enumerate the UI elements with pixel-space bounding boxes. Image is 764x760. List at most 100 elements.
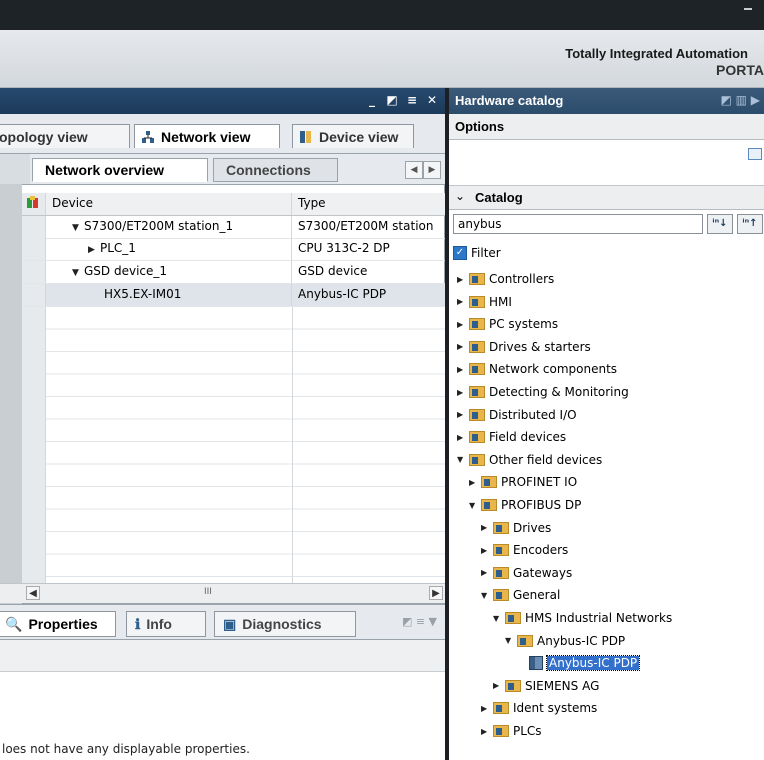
- folder-icon: [481, 499, 497, 511]
- checkbox-checked-icon[interactable]: ✓: [453, 246, 467, 260]
- folder-icon: [493, 702, 509, 715]
- collapse-arrow-icon[interactable]: ▼: [457, 455, 469, 464]
- search-up-icon[interactable]: ⁱⁿ↑: [737, 214, 763, 234]
- column-header-device[interactable]: Device: [46, 193, 292, 215]
- collapse-arrow-icon[interactable]: ▼: [72, 223, 84, 233]
- scroll-thumb-grip[interactable]: III: [204, 587, 212, 597]
- table-row[interactable]: ▼ GSD device_1 GSD device: [22, 261, 445, 284]
- expand-arrow-icon[interactable]: ▶: [481, 546, 493, 555]
- view-toggle-icon[interactable]: [748, 148, 762, 160]
- float-window-icon[interactable]: ◩: [385, 93, 399, 107]
- catalog-tree-item[interactable]: ▼ Other field devices: [457, 451, 602, 469]
- search-down-icon[interactable]: ⁱⁿ↓: [707, 214, 733, 234]
- tab-topology-view[interactable]: opology view: [0, 124, 130, 148]
- tab-label: Diagnostics: [242, 616, 322, 632]
- catalog-tree-item[interactable]: ▶ HMI: [457, 293, 512, 311]
- collapse-arrow-icon[interactable]: ▼: [493, 614, 505, 623]
- tree-item-label: Field devices: [489, 430, 567, 445]
- tab-device-view[interactable]: Device view: [292, 124, 414, 148]
- collapse-arrow-icon[interactable]: ▼: [469, 501, 481, 510]
- catalog-tree-item[interactable]: ▶ Controllers: [457, 270, 554, 288]
- scroll-left-icon[interactable]: ◀: [26, 586, 40, 600]
- scroll-right-icon[interactable]: ▶: [429, 586, 443, 600]
- folder-icon: [481, 476, 497, 489]
- horizontal-scrollbar[interactable]: ◀ III ▶: [0, 583, 445, 603]
- collapse-arrow-icon[interactable]: ▼: [505, 636, 517, 645]
- folder-icon: [493, 566, 509, 579]
- tab-label: Connections: [226, 162, 311, 178]
- minimize-icon[interactable]: [744, 8, 752, 10]
- options-label: Options: [455, 119, 505, 134]
- app-header: Totally Integrated Automation PORTA: [0, 30, 764, 88]
- column-header-type[interactable]: Type: [292, 193, 445, 215]
- tree-item-label: PC systems: [489, 317, 559, 332]
- filter-checkbox[interactable]: ✓ Filter: [453, 246, 501, 260]
- catalog-tree-item[interactable]: ▶ SIEMENS AG: [493, 677, 599, 695]
- expand-arrow-icon[interactable]: ▶: [469, 478, 481, 487]
- expand-arrow-icon[interactable]: ▶: [457, 433, 469, 442]
- catalog-tree-item[interactable]: ▶ Drives & starters: [457, 338, 591, 356]
- close-icon[interactable]: ✕: [425, 93, 439, 107]
- catalog-tree-item[interactable]: ▶ PLCs: [481, 722, 542, 740]
- panel-controls-icon[interactable]: ◩ ≡ ▼: [402, 615, 437, 628]
- expand-arrow-icon[interactable]: ▶: [481, 727, 493, 736]
- catalog-tree-item[interactable]: ▶ PC systems: [457, 315, 558, 333]
- collapse-arrow-icon[interactable]: ▼: [72, 268, 84, 278]
- tab-network-view[interactable]: Network view: [134, 124, 280, 148]
- tab-info[interactable]: ℹ Info: [126, 611, 206, 637]
- expand-arrow-icon[interactable]: ▶: [481, 523, 493, 532]
- table-row-selected[interactable]: HX5.EX-IM01 Anybus-IC PDP: [22, 284, 445, 307]
- collapse-arrow-icon[interactable]: ▼: [481, 591, 493, 600]
- tab-scroll-right-icon[interactable]: ▶: [423, 161, 441, 179]
- catalog-tree-item[interactable]: ▼ HMS Industrial Networks: [493, 609, 672, 627]
- maximize-icon[interactable]: ≡: [405, 93, 419, 107]
- minimize-icon[interactable]: _: [365, 93, 379, 107]
- tab-properties[interactable]: 🔍 Properties: [0, 611, 116, 637]
- expand-arrow-icon[interactable]: ▶: [481, 704, 493, 713]
- catalog-tree-item[interactable]: ▼ General: [481, 586, 560, 604]
- tab-label: opology view: [0, 128, 88, 145]
- expand-arrow-icon[interactable]: ▶: [457, 410, 469, 419]
- expand-arrow-icon[interactable]: ▶: [457, 365, 469, 374]
- catalog-search-input[interactable]: anybus: [453, 214, 703, 234]
- catalog-tree-item[interactable]: ▶ Distributed I/O: [457, 406, 577, 424]
- catalog-tree-item[interactable]: ▶ Ident systems: [481, 699, 597, 717]
- expand-arrow-icon[interactable]: ▶: [457, 275, 469, 284]
- catalog-bar[interactable]: ⌄ Catalog: [449, 186, 764, 210]
- expand-arrow-icon[interactable]: ▶: [457, 297, 469, 306]
- catalog-tree-item[interactable]: ▶ Drives: [481, 519, 551, 537]
- expand-arrow-icon[interactable]: ▶: [457, 320, 469, 329]
- empty-rows: [22, 307, 445, 583]
- catalog-tree-item[interactable]: ▶ Detecting & Monitoring: [457, 383, 629, 401]
- table-row[interactable]: ▼ S7300/ET200M station_1 S7300/ET200M sta…: [22, 216, 445, 239]
- expand-arrow-icon[interactable]: ▶: [481, 568, 493, 577]
- catalog-tree-item[interactable]: Anybus-IC PDP: [517, 654, 641, 672]
- row-gutter: [22, 284, 46, 306]
- expand-arrow-icon[interactable]: ▶: [457, 388, 469, 397]
- tab-network-overview[interactable]: Network overview: [32, 158, 208, 182]
- catalog-tree-item[interactable]: ▶ PROFINET IO: [469, 473, 577, 491]
- panel-title: Hardware catalog: [455, 93, 564, 108]
- catalog-tree-item[interactable]: ▶ Network components: [457, 360, 617, 378]
- column-icon-cell: [22, 193, 46, 215]
- catalog-tree-item[interactable]: ▶ Encoders: [481, 541, 568, 559]
- catalog-tree-item[interactable]: ▶ Field devices: [457, 428, 566, 446]
- catalog-tree-item[interactable]: ▶ Gateways: [481, 564, 572, 582]
- tab-scroll-left-icon[interactable]: ◀: [405, 161, 423, 179]
- collapse-arrow-icon[interactable]: ⌄: [455, 189, 465, 203]
- folder-icon: [505, 612, 521, 624]
- expand-arrow-icon[interactable]: ▶: [88, 245, 100, 255]
- sub-tabs: Network overview Connections ◀ ▶: [30, 154, 445, 184]
- panel-controls-icon[interactable]: ◩ ▥ ▶: [720, 93, 760, 107]
- options-bar[interactable]: Options: [449, 114, 764, 140]
- catalog-tree-item[interactable]: ▼ PROFIBUS DP: [469, 496, 581, 514]
- tab-diagnostics[interactable]: ▣ Diagnostics: [214, 611, 356, 637]
- expand-arrow-icon[interactable]: ▶: [493, 681, 505, 690]
- expand-arrow-icon[interactable]: ▶: [457, 342, 469, 351]
- tree-item-label: HMI: [489, 294, 512, 309]
- properties-icon: 🔍: [5, 615, 23, 632]
- device-cell: ▼ GSD device_1: [46, 261, 292, 283]
- tab-connections[interactable]: Connections: [213, 158, 338, 182]
- catalog-tree-item[interactable]: ▼ Anybus-IC PDP: [505, 632, 625, 650]
- table-row[interactable]: ▶ PLC_1 CPU 313C-2 DP: [22, 238, 445, 261]
